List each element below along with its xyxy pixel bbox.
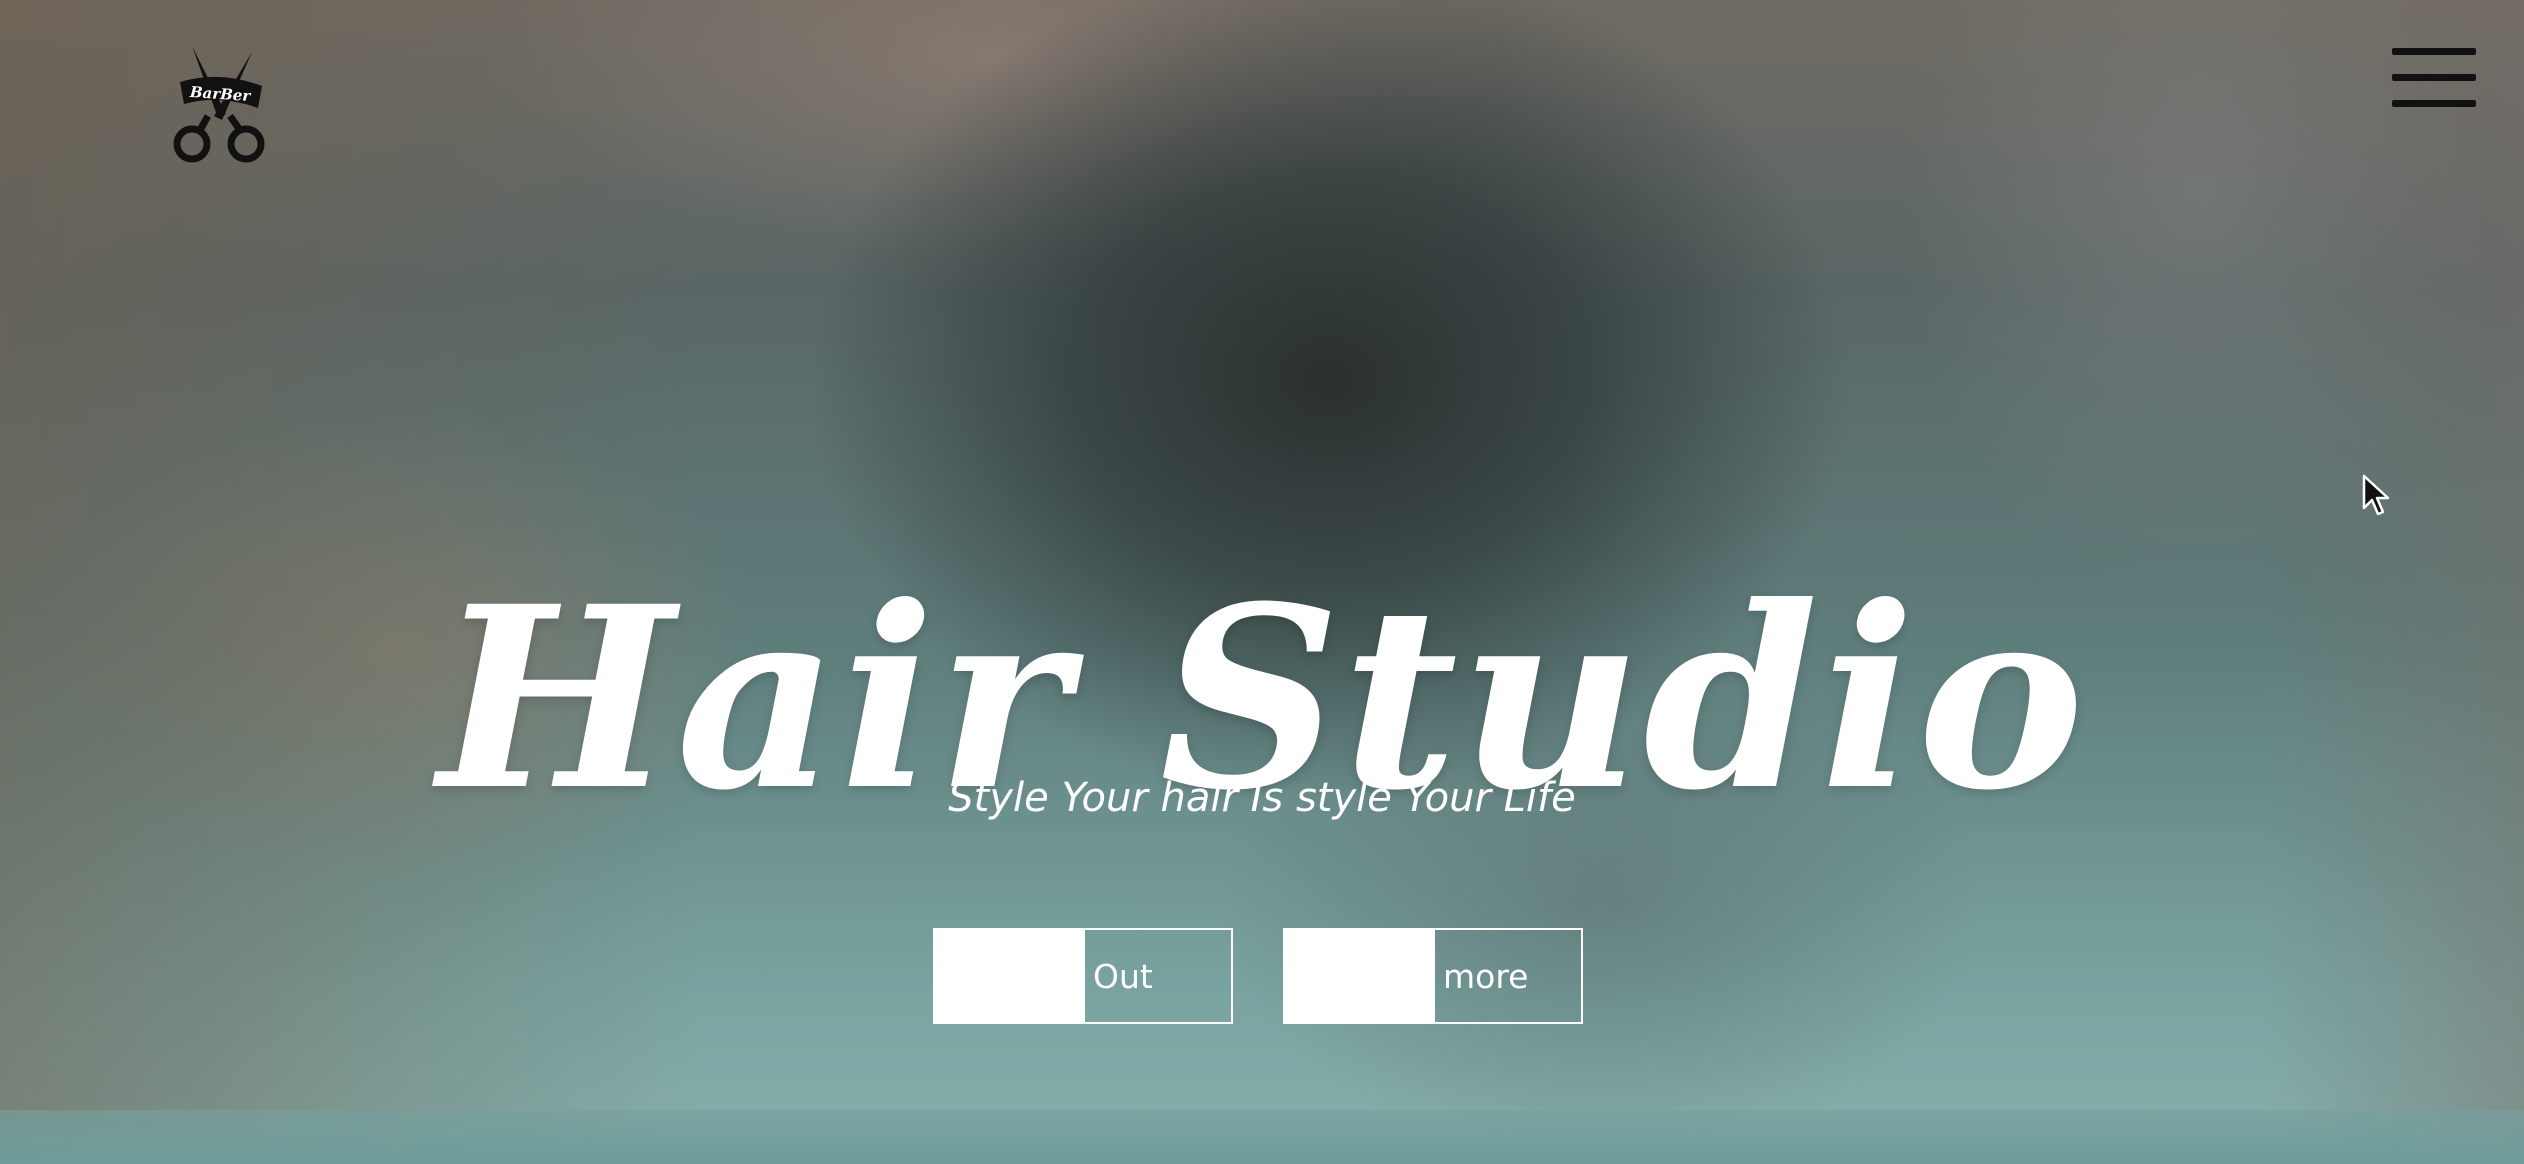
menu-bar-top [2392, 48, 2476, 55]
menu-bar-middle [2392, 74, 2476, 81]
hamburger-menu-icon[interactable] [2392, 46, 2476, 110]
mouse-cursor-icon [2362, 474, 2390, 516]
learn-more-button[interactable]: more [1283, 928, 1583, 1024]
button-hover-fill [1285, 930, 1435, 1022]
barber-logo[interactable]: BarBer [170, 44, 270, 164]
button-label: more [1443, 956, 1529, 996]
hero-subtitle: Style Your hair Is style Your Life [948, 775, 1576, 821]
check-out-button[interactable]: Out [933, 928, 1233, 1024]
hero-section: BarBer Hair Studio Style Your hair Is st… [0, 0, 2524, 1164]
scissors-icon: BarBer [173, 46, 265, 163]
menu-bar-bottom [2392, 100, 2476, 107]
bottom-fade-strip [0, 1110, 2524, 1164]
logo-text: BarBer [188, 83, 252, 105]
button-hover-fill [935, 930, 1085, 1022]
button-label: Out [1093, 956, 1153, 996]
